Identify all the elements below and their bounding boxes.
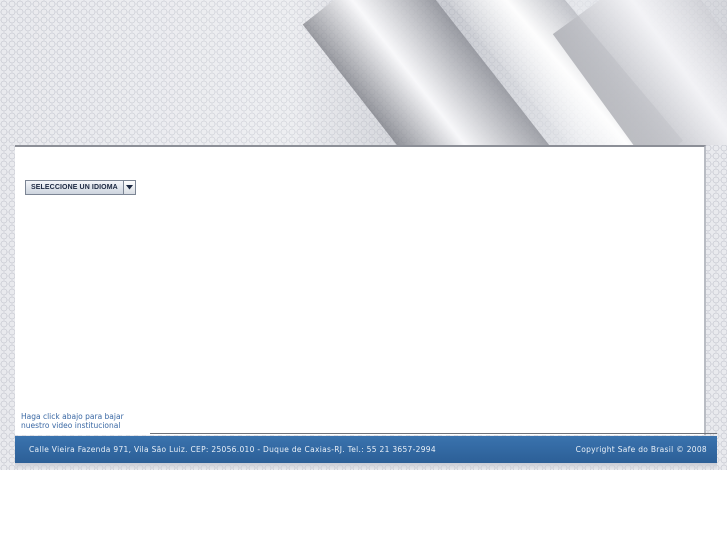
video-link-line-1: Haga click abajo para bajar xyxy=(21,412,124,421)
page-frame: SELECCIONE UN IDIOMA Haga click abajo pa… xyxy=(0,0,727,470)
footer-divider xyxy=(150,433,717,434)
header-banner xyxy=(0,0,727,145)
footer-shadow xyxy=(15,463,717,470)
footer-address: Calle Vieira Fazenda 971, Vila São Luiz.… xyxy=(29,445,436,454)
language-select[interactable]: SELECCIONE UN IDIOMA xyxy=(25,180,136,195)
language-select-label: SELECCIONE UN IDIOMA xyxy=(31,184,118,191)
video-link-line-2: nuestro video institucional xyxy=(21,421,121,430)
footer-copyright: Copyright Safe do Brasil © 2008 xyxy=(575,445,707,454)
video-download-link[interactable]: Haga click abajo para bajar nuestro vide… xyxy=(21,412,151,430)
chevron-down-icon[interactable] xyxy=(122,181,135,194)
main-content-panel: SELECCIONE UN IDIOMA xyxy=(15,145,706,435)
footer-bar: Calle Vieira Fazenda 971, Vila São Luiz.… xyxy=(15,436,717,463)
